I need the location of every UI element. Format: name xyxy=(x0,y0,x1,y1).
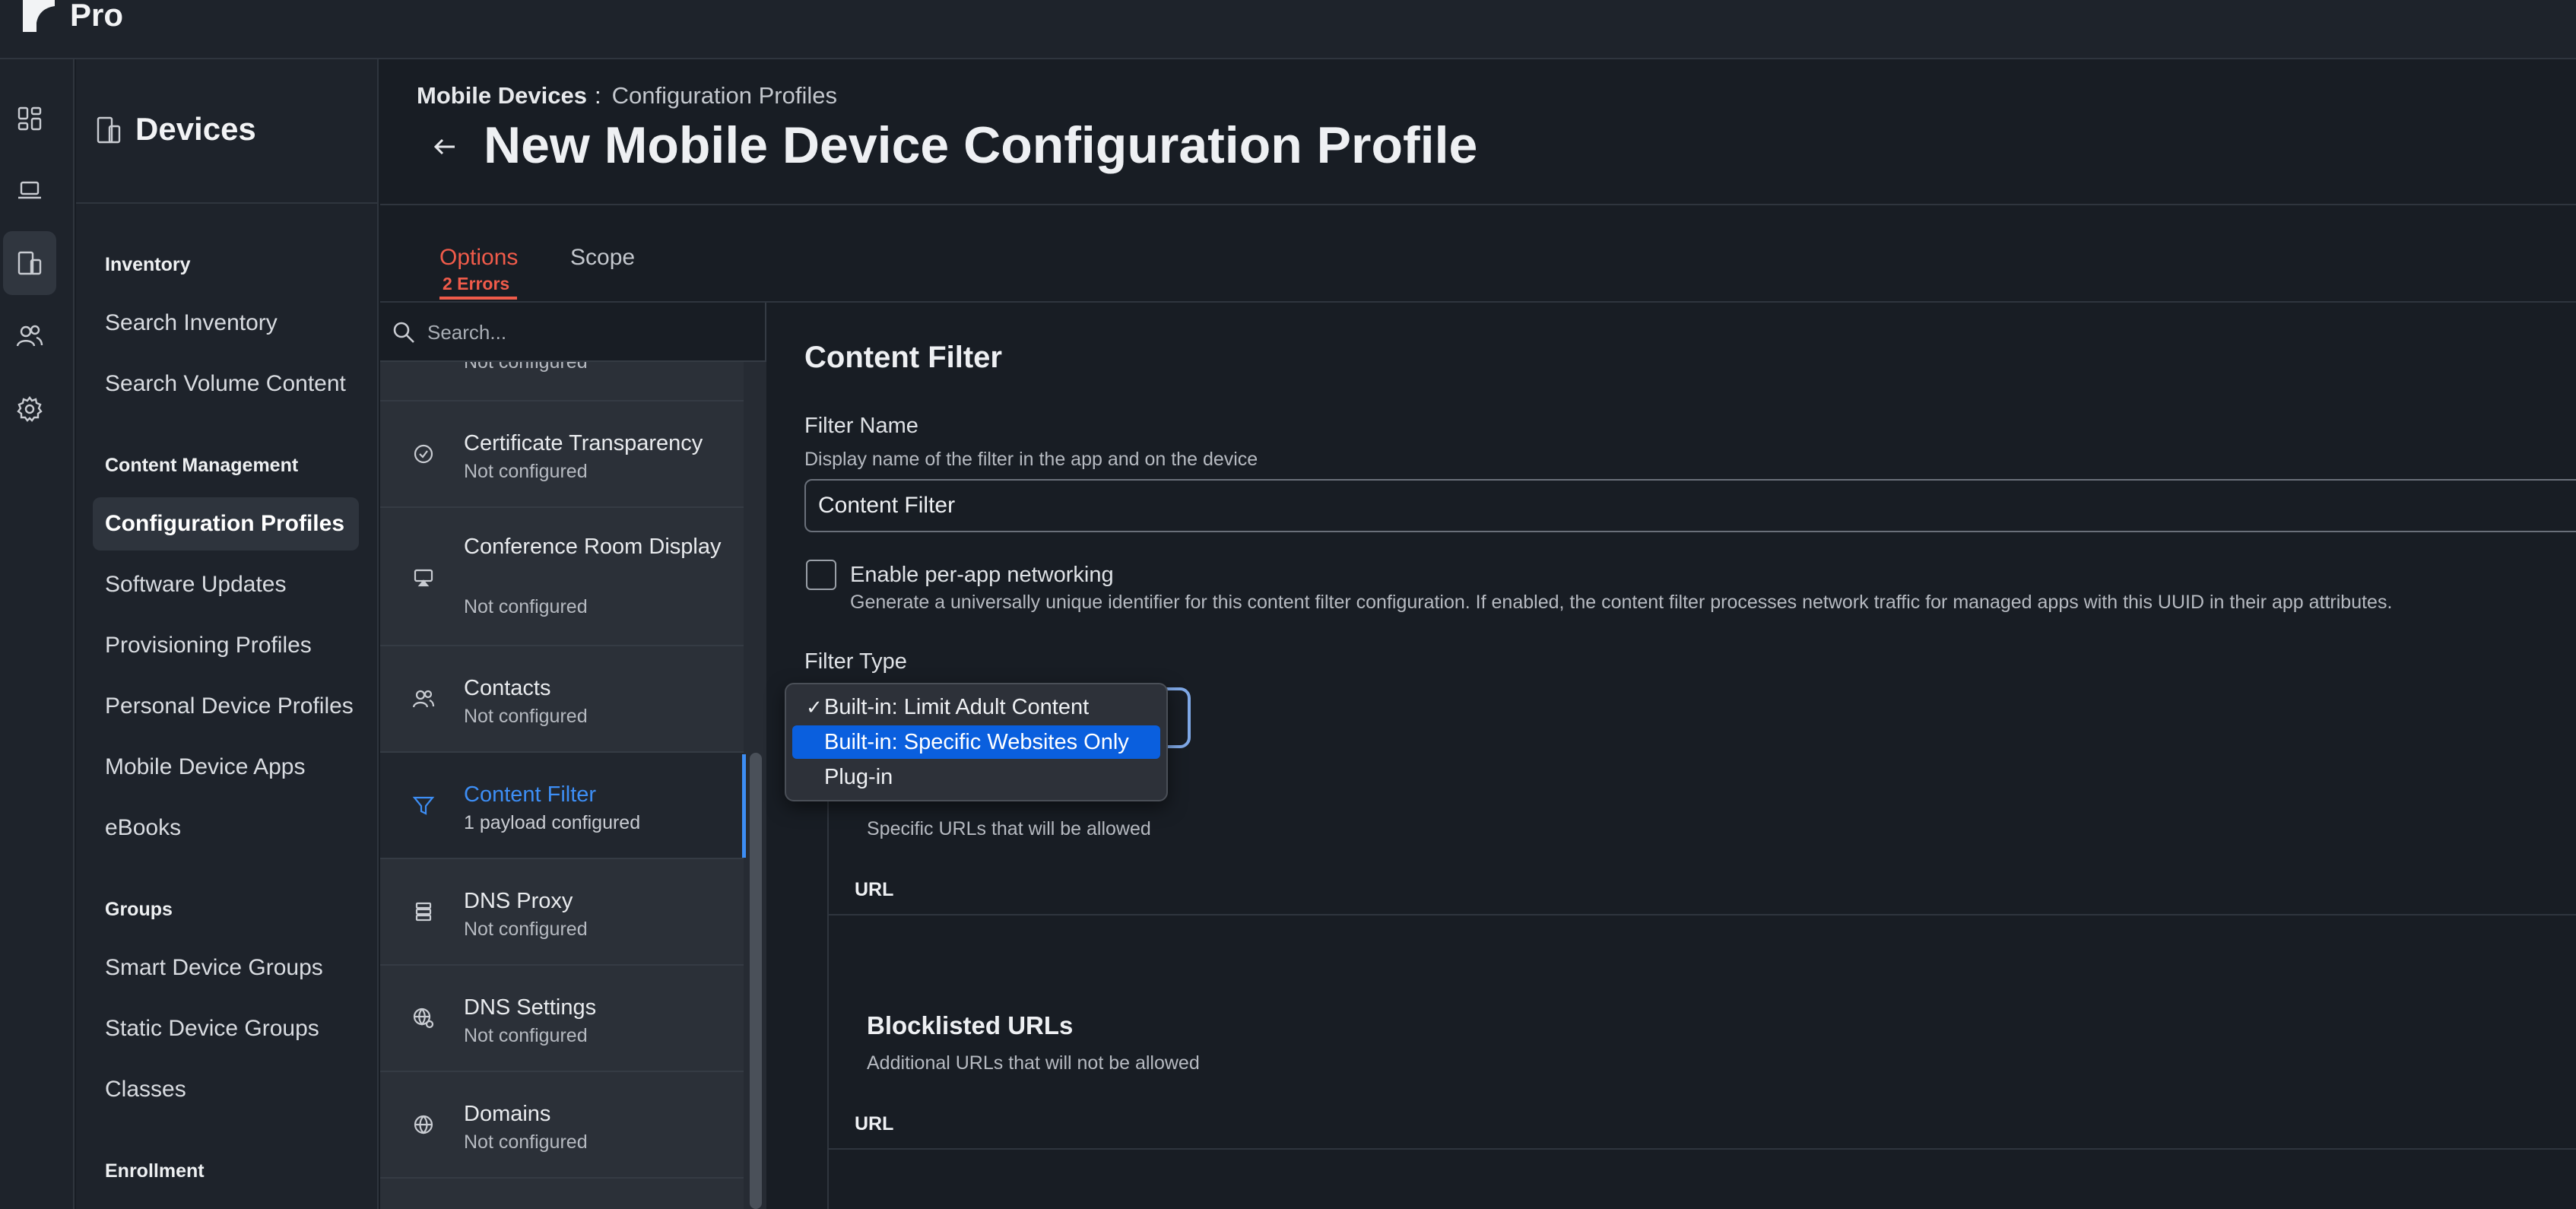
devices-icon xyxy=(97,116,121,144)
option-label: Built-in: Specific Websites Only xyxy=(824,729,1129,754)
sidebar-item-classes[interactable]: Classes xyxy=(93,1063,359,1116)
payload-item-domains[interactable]: Domains Not configured xyxy=(380,1072,744,1179)
payload-search-input[interactable] xyxy=(426,313,745,351)
payload-name: Domains xyxy=(464,1102,551,1126)
payload-item-dns-settings[interactable]: DNS Settings Not configured xyxy=(380,966,744,1072)
urls-border xyxy=(827,783,829,1209)
payload-name: Content Filter xyxy=(464,782,597,807)
section-enrollment: Enrollment xyxy=(105,1160,205,1182)
app-name: Pro xyxy=(70,0,124,33)
payload-scrollbar-thumb[interactable] xyxy=(750,753,762,1209)
filter-type-option-specific-websites-only[interactable]: Built-in: Specific Websites Only xyxy=(792,725,1160,759)
laptop-icon[interactable] xyxy=(3,158,56,222)
blocklisted-urls-title: Blocklisted URLs xyxy=(867,1011,1074,1039)
payload-item-conference-room-display[interactable]: Conference Room Display Not configured xyxy=(380,508,744,646)
sidebar-item-search-inventory[interactable]: Search Inventory xyxy=(93,297,359,350)
payload-name: Conference Room Display xyxy=(464,535,722,559)
payload-status: Not configured xyxy=(464,596,588,617)
section-groups: Groups xyxy=(105,899,173,920)
payload-status: Not configured xyxy=(464,1025,588,1046)
tab-scope[interactable]: Scope xyxy=(570,245,635,271)
display-icon xyxy=(414,569,433,587)
option-label: Built-in: Limit Adult Content xyxy=(824,694,1090,719)
option-label: Plug-in xyxy=(824,764,893,789)
tab-options[interactable]: Options xyxy=(439,245,518,271)
sidebar-item-configuration-profiles[interactable]: Configuration Profiles xyxy=(93,497,359,551)
search-icon xyxy=(393,322,414,343)
page-title: New Mobile Device Configuration Profile xyxy=(484,116,1478,174)
filter-icon xyxy=(412,796,435,815)
checkmark-icon: ✓ xyxy=(806,695,823,719)
logo-icon xyxy=(23,0,55,32)
sidebar-item-search-volume-content[interactable]: Search Volume Content xyxy=(93,357,359,411)
payload-item-contacts[interactable]: Contacts Not configured xyxy=(380,646,744,753)
header-divider xyxy=(380,204,2576,205)
blocklisted-urls-column-header: URL xyxy=(855,1113,894,1134)
payload-list: Not configured Certificate Transparency … xyxy=(380,303,766,1209)
payload-item-content-filter[interactable]: Content Filter 1 payload configured xyxy=(380,753,744,859)
globe-gear-icon xyxy=(413,1008,434,1029)
filter-name-input[interactable] xyxy=(804,479,2576,532)
gear-icon[interactable] xyxy=(3,377,56,441)
icon-rail xyxy=(0,59,75,1209)
contacts-icon xyxy=(412,690,435,708)
allowed-urls-help: Specific URLs that will be allowed xyxy=(867,818,1151,839)
top-bar: Pro xyxy=(0,0,2576,59)
filter-name-label: Filter Name xyxy=(804,414,918,438)
per-app-networking-checkbox[interactable] xyxy=(806,560,836,590)
sidebar-header: Devices xyxy=(76,59,377,204)
sidebar-item-personal-device-profiles[interactable]: Personal Device Profiles xyxy=(93,680,359,733)
payload-name: Certificate Transparency xyxy=(464,431,703,455)
per-app-networking-help: Generate a universally unique identifier… xyxy=(850,592,2393,613)
payload-status: Not configured xyxy=(464,461,588,482)
payload-name: DNS Settings xyxy=(464,995,597,1020)
payload-status: Not configured xyxy=(464,1131,588,1153)
filter-type-label: Filter Type xyxy=(804,649,907,674)
payload-item-dns-proxy[interactable]: DNS Proxy Not configured xyxy=(380,859,744,966)
check-circle-icon xyxy=(414,444,433,464)
allowed-urls-column-header: URL xyxy=(855,879,894,900)
payload-item-next[interactable] xyxy=(380,1179,744,1209)
active-payload-indicator xyxy=(742,754,746,858)
payload-status: Not configured xyxy=(464,919,588,940)
mobile-devices-icon[interactable] xyxy=(3,231,56,295)
payload-name: Contacts xyxy=(464,676,551,700)
allowed-urls-header-divider xyxy=(827,914,2576,915)
dashboard-icon[interactable] xyxy=(3,87,56,151)
breadcrumb: Mobile Devices: Configuration Profiles xyxy=(417,82,837,109)
sidebar-item-provisioning-profiles[interactable]: Provisioning Profiles xyxy=(93,619,359,672)
blocklisted-urls-header-divider xyxy=(827,1148,2576,1150)
breadcrumb-current[interactable]: Configuration Profiles xyxy=(612,82,837,109)
sidebar-item-static-device-groups[interactable]: Static Device Groups xyxy=(93,1002,359,1055)
section-inventory: Inventory xyxy=(105,254,191,275)
breadcrumb-separator: : xyxy=(594,82,601,109)
blocklisted-urls-help: Additional URLs that will not be allowed xyxy=(867,1052,1200,1074)
filter-name-help: Display name of the filter in the app an… xyxy=(804,449,1258,470)
sidebar-title: Devices xyxy=(135,111,256,147)
filter-type-option-limit-adult-content[interactable]: ✓ Built-in: Limit Adult Content xyxy=(792,690,1160,724)
payload-search xyxy=(380,303,765,362)
globe-icon xyxy=(414,1115,433,1134)
section-content-management: Content Management xyxy=(105,455,299,476)
users-icon[interactable] xyxy=(3,304,56,368)
sidebar: Devices Inventory Search Inventory Searc… xyxy=(76,59,379,1209)
sidebar-item-ebooks[interactable]: eBooks xyxy=(93,801,359,855)
payload-status: 1 payload configured xyxy=(464,812,641,833)
filter-type-option-plug-in[interactable]: Plug-in xyxy=(792,760,1160,794)
per-app-networking-label: Enable per-app networking xyxy=(850,563,1114,587)
tab-options-error-count: 2 Errors xyxy=(443,274,510,294)
breadcrumb-parent[interactable]: Mobile Devices xyxy=(417,82,587,109)
filter-type-dropdown: ✓ Built-in: Limit Adult Content Built-in… xyxy=(785,683,1168,801)
sidebar-item-smart-device-groups[interactable]: Smart Device Groups xyxy=(93,941,359,995)
active-tab-indicator xyxy=(439,297,517,300)
payload-name: DNS Proxy xyxy=(464,889,573,913)
back-arrow-icon[interactable] xyxy=(430,132,459,161)
payload-status: Not configured xyxy=(464,706,588,727)
sidebar-item-software-updates[interactable]: Software Updates xyxy=(93,558,359,611)
sidebar-item-mobile-device-apps[interactable]: Mobile Device Apps xyxy=(93,741,359,794)
payload-item-certificate-transparency[interactable]: Certificate Transparency Not configured xyxy=(380,401,744,508)
server-icon xyxy=(415,902,432,922)
content-title: Content Filter xyxy=(804,341,1002,374)
